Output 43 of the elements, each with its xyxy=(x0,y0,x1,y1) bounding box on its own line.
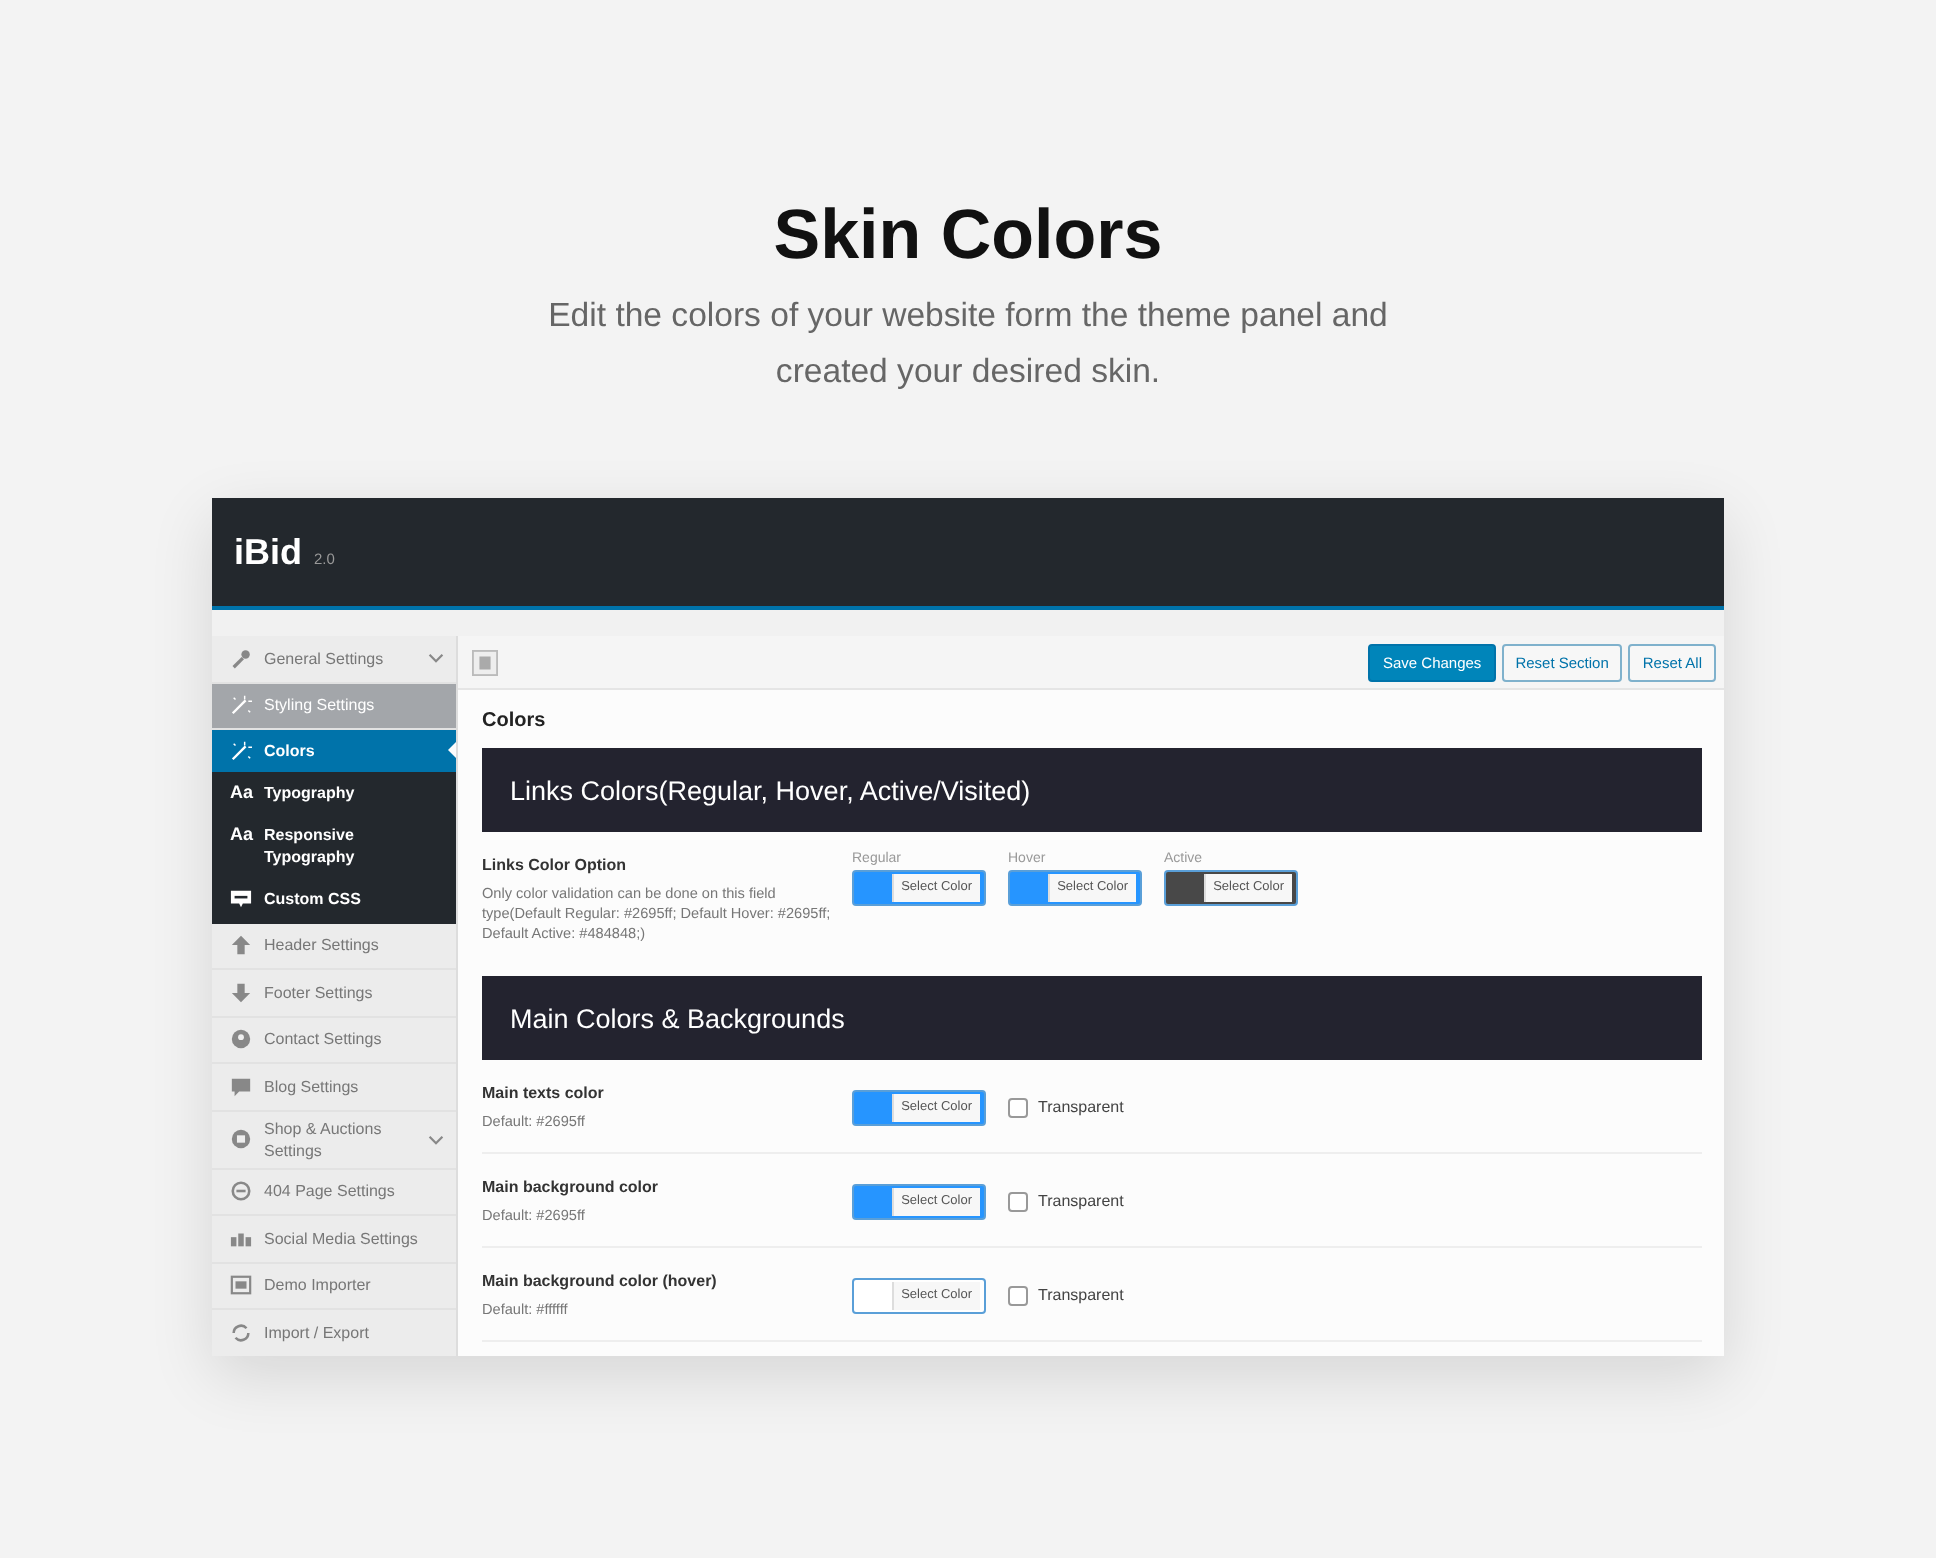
submenu-item[interactable]: Aa Typography xyxy=(212,771,456,813)
wrench-icon xyxy=(230,647,252,670)
section-heading: Links Colors(Regular, Hover, Active/Visited) xyxy=(510,775,1031,805)
code-badge-icon xyxy=(230,887,252,909)
down-icon xyxy=(230,981,252,1004)
checkbox-label: Transparent xyxy=(1038,1286,1124,1304)
sidebar-item[interactable]: Blog Settings xyxy=(212,1064,456,1111)
up-icon xyxy=(230,934,252,957)
glyph-icon: Aa xyxy=(230,823,252,845)
refresh-icon xyxy=(230,1321,252,1344)
field-title: Main texts color xyxy=(482,1084,606,1102)
submenu-item[interactable]: Aa Responsive Typography xyxy=(212,813,456,877)
field-title: Links Color Option xyxy=(482,856,628,874)
sidebar-item[interactable]: Shop & Auctions Settings xyxy=(212,1111,456,1169)
sidebar-item[interactable]: Footer Settings xyxy=(212,970,456,1017)
submenu-item[interactable]: Custom CSS xyxy=(212,877,456,919)
glyph-icon: Aa xyxy=(230,781,252,803)
submenu-item[interactable]: Colors xyxy=(212,729,456,771)
pin-icon xyxy=(230,1028,252,1051)
wand-icon xyxy=(230,694,252,716)
sidebar-item[interactable]: Social Media Settings xyxy=(212,1216,456,1263)
sidebar-item[interactable]: Demo Importer xyxy=(212,1263,456,1310)
checkbox-label: Transparent xyxy=(1038,1098,1124,1116)
monitor-icon xyxy=(230,1274,252,1297)
page-subtitle: Edit the colors of your website form the theme panel and created your desired skin. xyxy=(548,294,1388,394)
field-title: Main background color (hover) xyxy=(482,1272,719,1290)
sidebar-item[interactable]: 404 Page Settings xyxy=(212,1169,456,1216)
layout-icon[interactable] xyxy=(472,649,498,675)
checkbox[interactable] xyxy=(1008,1285,1028,1305)
comment-icon xyxy=(230,1075,252,1098)
logo-text: iBid xyxy=(234,531,302,573)
sidebar-item[interactable]: Import / Export xyxy=(212,1310,456,1356)
sidebar-item[interactable]: Contact Settings xyxy=(212,1017,456,1064)
checkbox[interactable] xyxy=(1008,1097,1028,1117)
checkbox-label: Transparent xyxy=(1038,1192,1124,1210)
checkbox[interactable] xyxy=(1008,1191,1028,1211)
section-title: Colors xyxy=(482,710,548,732)
page-heading: Skin Colors xyxy=(771,196,1165,276)
sidebar-item[interactable]: Header Settings xyxy=(212,923,456,970)
wand-icon xyxy=(230,739,252,761)
field-title: Main background color xyxy=(482,1178,661,1196)
minus-icon xyxy=(230,1180,252,1203)
section-heading: Main Colors & Backgrounds xyxy=(510,1003,845,1033)
